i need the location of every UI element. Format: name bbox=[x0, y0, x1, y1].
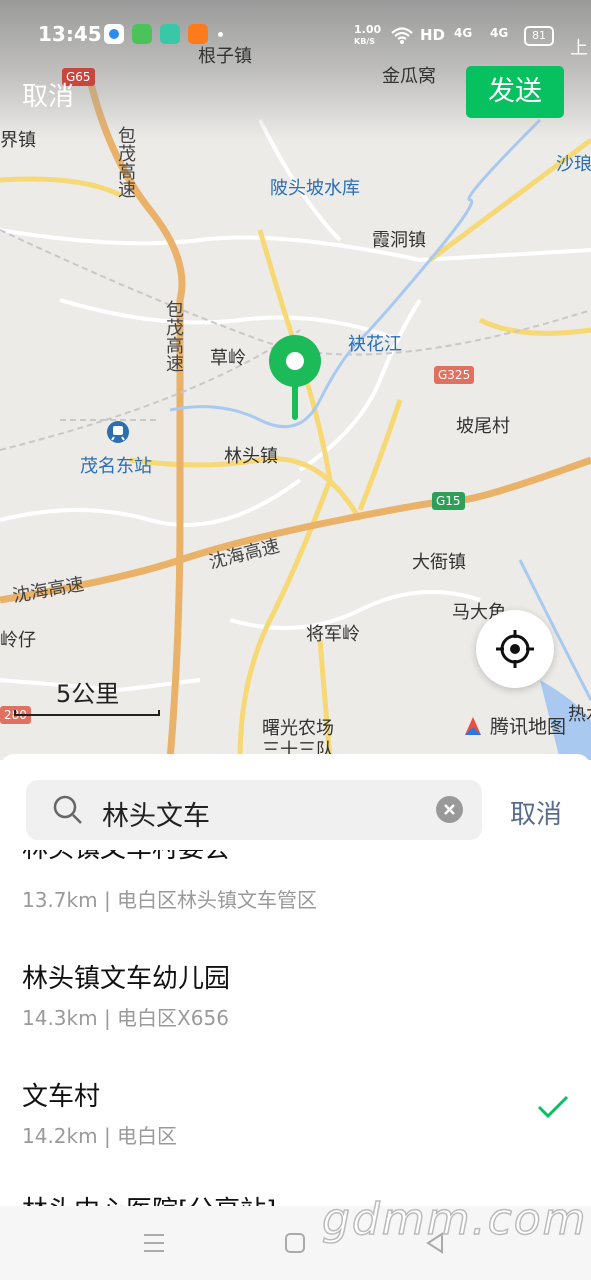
hd-indicator: HD bbox=[420, 26, 446, 44]
map-label: 袂花江 bbox=[348, 334, 402, 355]
iqiyi-app-icon bbox=[132, 24, 152, 44]
results-list: 林头镇文车村委会 13.7km | 电白区林头镇文车管区 林头镇文车幼儿园 14… bbox=[0, 850, 591, 1206]
signal-4g-1: 4G bbox=[454, 26, 473, 40]
search-input[interactable]: 林头文车 bbox=[102, 794, 210, 833]
map-label: 界镇 bbox=[0, 130, 36, 151]
search-icon bbox=[53, 795, 82, 824]
search-cancel-button[interactable]: 取消 bbox=[510, 794, 562, 831]
map-label: 草岭 bbox=[210, 348, 246, 369]
result-subtitle: 14.2km | 电白区 bbox=[22, 1124, 178, 1148]
map-label: 热水 bbox=[568, 704, 591, 725]
net-speed-value: 1.00 bbox=[354, 23, 382, 36]
highway-shield: G15 bbox=[432, 492, 465, 510]
tencent-map-logo-icon bbox=[465, 717, 481, 735]
map-provider-text: 腾讯地图 bbox=[490, 716, 567, 738]
map-label: 包茂高速 bbox=[163, 300, 184, 372]
result-subtitle: 14.3km | 电白区X656 bbox=[22, 1006, 229, 1030]
map-label: 茂名东站 bbox=[80, 456, 152, 477]
result-title: 文车村 bbox=[22, 1082, 101, 1112]
clear-button[interactable] bbox=[436, 796, 463, 823]
map-label: 坡尾村 bbox=[456, 416, 510, 437]
map-scale-bar bbox=[14, 710, 160, 716]
app-notification-icon bbox=[104, 24, 124, 44]
home-icon[interactable] bbox=[284, 1232, 306, 1254]
map-label: 岭仔 bbox=[0, 630, 36, 651]
map-scale-label: 5公里 bbox=[56, 680, 120, 708]
status-bar: 13:45 1.00 KB/S HD 4G 4G 81 bbox=[0, 0, 591, 70]
map-pin-icon[interactable] bbox=[268, 334, 322, 422]
map-label: 包茂高速 bbox=[115, 126, 136, 198]
status-time: 13:45 bbox=[38, 22, 102, 46]
map-label: 将军岭 bbox=[306, 624, 360, 645]
result-title: 林头镇文车幼儿园 bbox=[22, 964, 231, 994]
net-speed: 1.00 KB/S bbox=[354, 24, 381, 47]
highway-shield: G325 bbox=[434, 366, 475, 384]
send-button[interactable]: 发送 bbox=[466, 66, 564, 118]
map-label: 大衙镇 bbox=[412, 552, 466, 573]
locate-button[interactable] bbox=[476, 610, 554, 688]
watermark: gdmm.com bbox=[321, 1193, 588, 1246]
result-title: 林头中心医院[分享站] bbox=[22, 1190, 276, 1206]
result-title: 林头镇文车村委会 bbox=[22, 850, 230, 865]
menu-icon[interactable] bbox=[142, 1232, 166, 1254]
locate-icon bbox=[496, 630, 534, 668]
train-station-icon bbox=[107, 421, 129, 443]
chat-app-icon bbox=[160, 24, 180, 44]
map-provider-label: 腾讯地图 bbox=[462, 712, 566, 739]
check-icon bbox=[537, 1095, 569, 1119]
map-label: 陂头坡水库 bbox=[270, 178, 360, 199]
result-subtitle: 13.7km | 电白区林头镇文车管区 bbox=[22, 888, 318, 912]
cancel-button[interactable]: 取消 bbox=[22, 76, 74, 113]
map-label: 霞洞镇 bbox=[372, 230, 426, 251]
more-notifications-dot bbox=[218, 32, 223, 37]
clear-icon bbox=[444, 804, 455, 815]
taobao-app-icon bbox=[188, 24, 208, 44]
wifi-icon bbox=[391, 27, 413, 44]
map-label: 林头镇 bbox=[224, 446, 278, 467]
battery-indicator: 81 bbox=[524, 26, 554, 46]
signal-4g-2: 4G bbox=[490, 26, 509, 40]
net-speed-unit: KB/S bbox=[354, 37, 375, 46]
search-box[interactable]: 林头文车 bbox=[26, 780, 482, 840]
map-label: 沙琅 bbox=[556, 154, 591, 175]
